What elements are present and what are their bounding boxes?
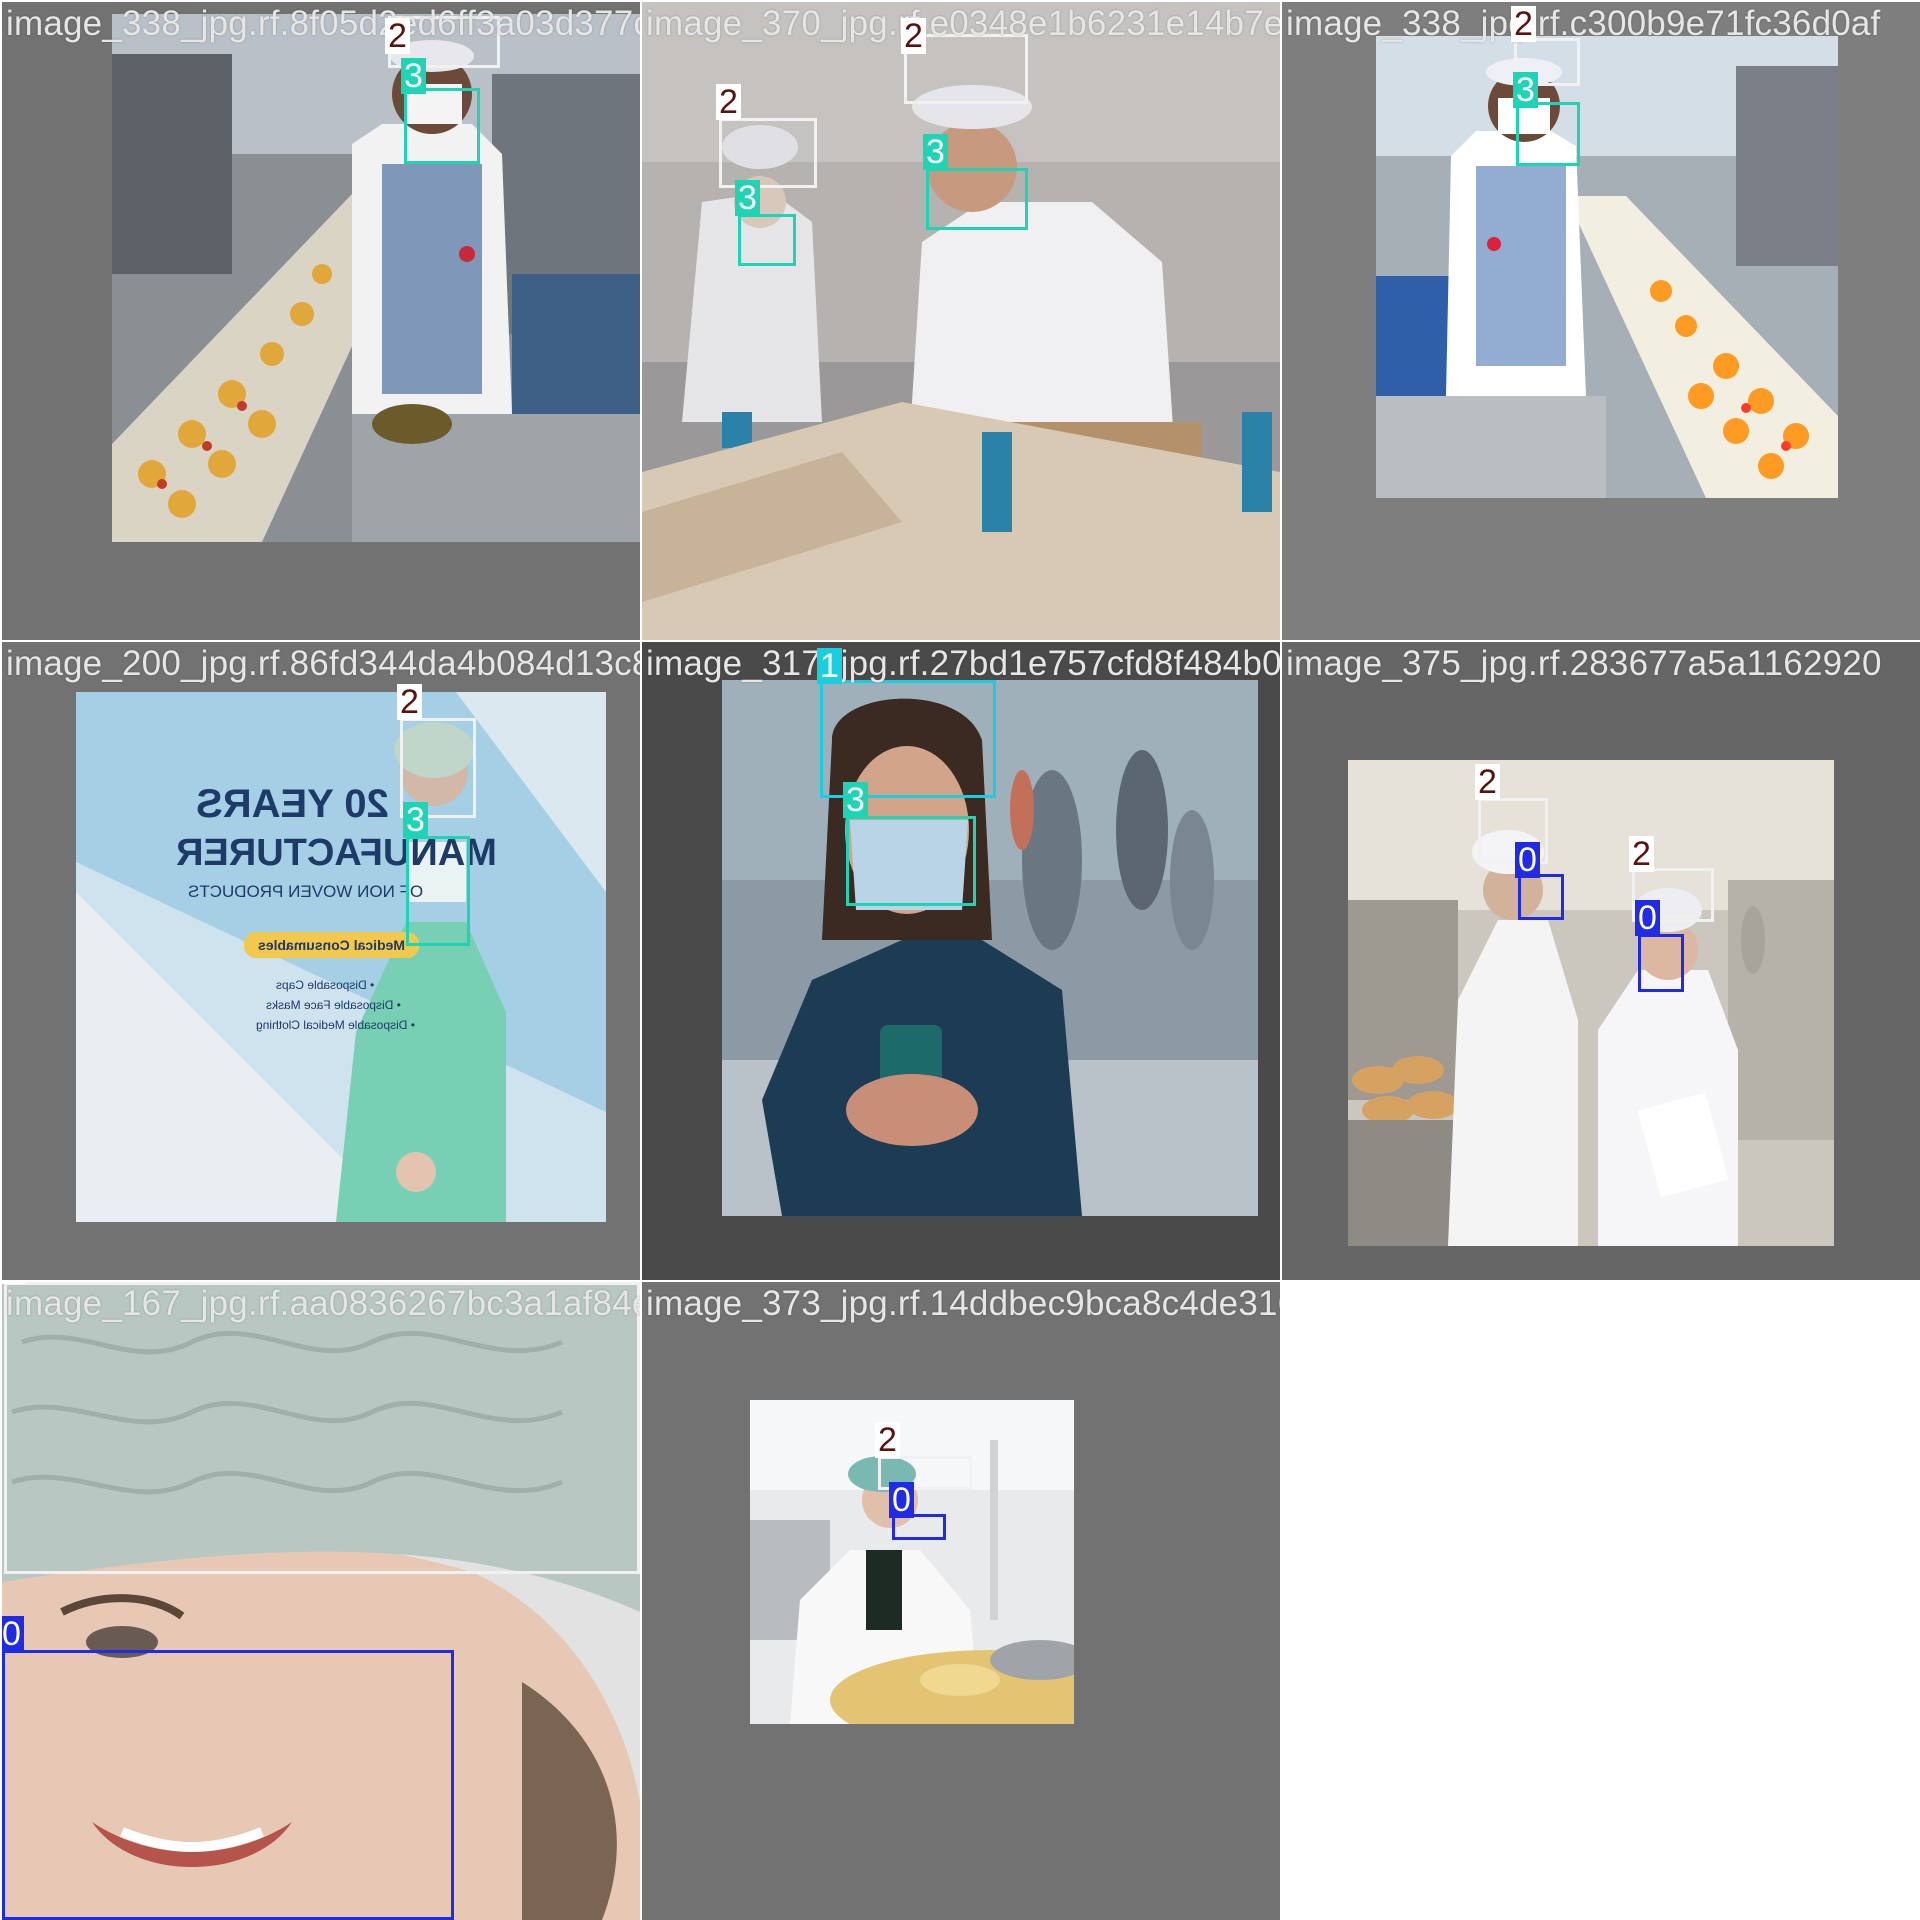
lab-worker-image [750, 1400, 1074, 1724]
bbox-label-class-3: 3 [401, 58, 426, 94]
two-bakers-image [1348, 760, 1834, 1246]
tile-photo-food-worker-flipped [1376, 36, 1838, 498]
tile-photo-medical-poster: 20 YEARS MANUFACTURER OF NON WOVEN PRODU… [76, 692, 606, 1222]
bbox-label-class-0: 0 [2, 1616, 24, 1652]
grid-tile-6[interactable]: image_375_jpg.rf.283677a5a1162920 2 2 0 … [1282, 642, 1920, 1280]
bbox-label-class-3: 3 [923, 134, 948, 170]
bbox-label-class-3: 3 [843, 782, 868, 818]
bbox-label-class-2: 2 [875, 1422, 900, 1458]
bbox-label-class-0: 0 [1515, 842, 1540, 878]
poster-bullet: • Disposable Caps [276, 978, 375, 992]
bbox-class-3[interactable] [1516, 102, 1580, 166]
bbox-label-class-2: 2 [1475, 764, 1500, 800]
bbox-label-class-2: 2 [2, 1282, 25, 1284]
bbox-class-2[interactable] [719, 118, 817, 188]
bbox-label-class-2: 2 [1629, 836, 1654, 872]
food-worker-flipped-image [1376, 36, 1838, 498]
bbox-label-class-3: 3 [403, 802, 428, 838]
bbox-label-class-2: 2 [385, 18, 410, 54]
grid-tile-8[interactable]: image_373_jpg.rf.14ddbec9bca8c4de316e0c7… [642, 1282, 1280, 1920]
poster-years: 20 YEARS [196, 782, 389, 826]
bbox-label-class-3: 3 [735, 180, 760, 216]
tile-filename: image_375_jpg.rf.283677a5a1162920 [1286, 644, 1882, 683]
poster-bullet: • Disposable Medical Clothing [256, 1018, 415, 1032]
grid-tile-2[interactable]: image_370_jpg.rf.e0348e1b6231e14b7eafd2 … [642, 2, 1280, 640]
poster-subtitle: OF NON WOVEN PRODUCTS [188, 882, 424, 901]
grid-tile-1[interactable]: image_338_jpg.rf.8f05d2ed6ff3a03d377cd7 … [2, 2, 640, 640]
bbox-class-3[interactable] [406, 836, 470, 946]
bbox-class-3[interactable] [846, 816, 976, 906]
bbox-class-0[interactable] [2, 1650, 454, 1920]
tile-filename: image_338_jpg.rf.8f05d2ed6ff3a03d377cd7 [6, 4, 640, 43]
bbox-label-class-2: 2 [716, 84, 741, 120]
bbox-label-class-0: 0 [889, 1482, 914, 1518]
bbox-label-class-3: 3 [1513, 72, 1538, 108]
bbox-class-0[interactable] [1638, 934, 1684, 992]
bbox-class-0[interactable] [1518, 874, 1564, 920]
tile-photo-lab-worker [750, 1400, 1074, 1724]
bbox-class-3[interactable] [926, 168, 1028, 230]
tile-filename: image_373_jpg.rf.14ddbec9bca8c4de316e0c7 [646, 1284, 1280, 1323]
bbox-label-class-2: 2 [1511, 6, 1536, 42]
bbox-label-class-1: 1 [817, 648, 842, 684]
grid-tile-4[interactable]: 20 YEARS MANUFACTURER OF NON WOVEN PRODU… [2, 642, 640, 1280]
bbox-label-class-0: 0 [1635, 900, 1660, 936]
bbox-label-class-2: 2 [901, 18, 926, 54]
tile-filename: image_167_jpg.rf.aa0836267bc3a1af84e2f8 [6, 1284, 640, 1323]
tile-photo-two-bakers [1348, 760, 1834, 1246]
tile-filename: image_338_jpg.rf.c300b9e71fc36d0af [1286, 4, 1881, 43]
tile-filename: image_370_jpg.rf.e0348e1b6231e14b7eafd2 [646, 4, 1280, 43]
tile-filename: image_317_jpg.rf.27bd1e757cfd8f484b0e972 [646, 644, 1280, 683]
poster-bullet: • Disposable Face Masks [266, 998, 401, 1012]
grid-tile-5[interactable]: image_317_jpg.rf.27bd1e757cfd8f484b0e972… [642, 642, 1280, 1280]
bbox-label-class-2: 2 [397, 684, 422, 720]
grid-tile-7[interactable]: image_167_jpg.rf.aa0836267bc3a1af84e2f8 … [2, 1282, 640, 1920]
grid-tile-3[interactable]: image_338_jpg.rf.c300b9e71fc36d0af 2 3 [1282, 2, 1920, 640]
food-worker-image [112, 14, 640, 542]
bbox-class-2[interactable] [4, 1282, 640, 1574]
tile-filename: image_200_jpg.rf.86fd344da4b084d13c848d0 [6, 644, 640, 683]
bbox-class-3[interactable] [738, 214, 796, 266]
bbox-class-3[interactable] [404, 88, 480, 164]
tile-photo-food-worker [112, 14, 640, 542]
poster-badge: Medical Consumables [244, 932, 420, 958]
